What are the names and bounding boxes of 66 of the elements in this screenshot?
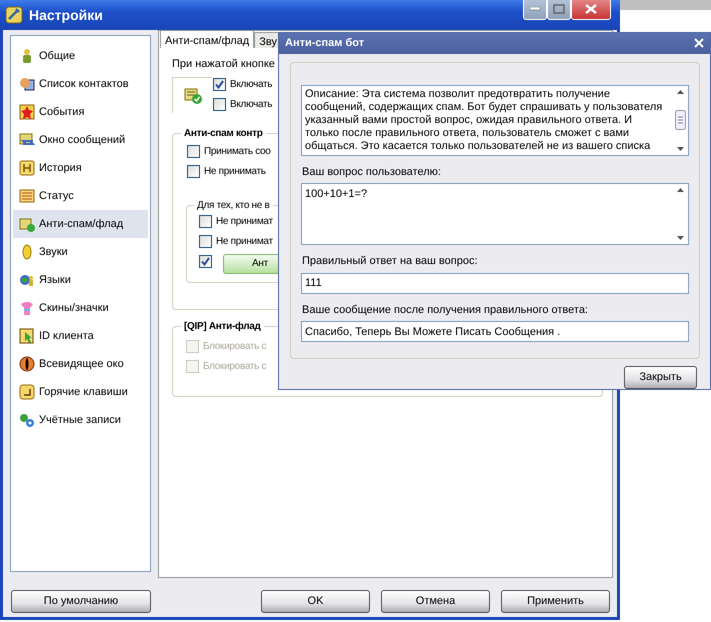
checkbox-label: Принимать соо — [204, 145, 271, 159]
dialog-button[interactable]: Применить — [501, 590, 610, 613]
shirt-icon — [19, 300, 35, 316]
checkbox[interactable] — [199, 235, 212, 248]
checkbox[interactable] — [187, 145, 200, 158]
field-label: Ваш вопрос пользователю: — [302, 164, 442, 180]
description-text: Описание: Эта система позволит предотвратить получение сообщений, содержащих спам. Бот будет спрашивать у пользователя указанный вами простой вопрос, ожидая правильного ответа. И только после правильного ответа, пользователь сможет с вами общаться. Это касается только пользователей не из вашего списка — [304, 86, 664, 154]
input-field[interactable]: 111 — [301, 272, 689, 294]
input-field[interactable]: Спасибо, Теперь Вы Можете Писать Сообщения . — [301, 321, 689, 342]
sidebar-item[interactable]: Горячие клавиши — [13, 378, 148, 406]
maximize-button[interactable] — [547, 0, 571, 20]
checkbox[interactable] — [187, 165, 200, 178]
section-label: При нажатой кнопке — [172, 57, 276, 72]
sidebar-item[interactable]: Учётные записи — [13, 406, 148, 434]
sidebar-item[interactable]: История — [13, 154, 148, 182]
checkbox[interactable] — [213, 98, 226, 111]
notepad-icon — [19, 188, 35, 204]
sidebar-item[interactable]: События — [13, 98, 148, 126]
group-title: Анти-спам контр — [183, 126, 264, 140]
close-dialog-button[interactable]: Закрыть — [624, 366, 697, 389]
star-icon — [19, 104, 35, 120]
cursor-card-icon — [19, 328, 35, 344]
sidebar-item[interactable]: Общие — [13, 42, 148, 70]
checkbox-label: Не принимат — [216, 235, 273, 249]
sidebar-item[interactable]: Звуки — [13, 238, 148, 266]
close-button[interactable] — [571, 0, 611, 20]
close-icon[interactable] — [694, 38, 704, 48]
checkbox-label: Блокировать с — [203, 340, 266, 354]
tab[interactable]: Анти-спам/флад — [160, 30, 254, 48]
scroll-up-icon[interactable] — [676, 90, 684, 94]
minimize-button[interactable] — [523, 0, 547, 20]
wrench-icon — [5, 6, 23, 24]
sidebar-item[interactable]: Всевидящее око — [13, 350, 148, 378]
group-title: [QIP] Анти-флад — [183, 320, 262, 332]
maximize-icon — [553, 4, 565, 14]
scroll-up-icon[interactable] — [676, 188, 684, 192]
checkbox-label: Не принимать — [204, 165, 266, 179]
sidebar-item[interactable]: Окно сообщений — [13, 126, 148, 154]
close-icon — [585, 4, 597, 14]
dialog-title: Анти-спам бот — [285, 36, 364, 52]
dialog-button[interactable]: Отмена — [381, 590, 490, 613]
checkbox[interactable] — [199, 215, 212, 228]
sidebar-item[interactable]: Анти-спам/флад — [13, 210, 148, 238]
sidebar-item[interactable]: Скины/значки — [13, 294, 148, 322]
checkbox-label: Блокировать с — [203, 360, 266, 374]
group-title: Для тех, кто не в — [196, 198, 271, 212]
dialog-button[interactable]: OK — [261, 590, 370, 613]
globe-icon — [19, 272, 35, 288]
sidebar-item[interactable]: Статус — [13, 182, 148, 210]
minimize-icon — [530, 7, 540, 11]
field-label: Правильный ответ на ваш вопрос: — [302, 254, 478, 270]
sidebar-item[interactable]: ID клиента — [13, 322, 148, 350]
sidebar-item[interactable]: Языки — [13, 266, 148, 294]
checkbox[interactable] — [199, 255, 212, 268]
scroll-down-icon[interactable] — [676, 236, 684, 240]
scroll-down-icon[interactable] — [676, 146, 684, 151]
checkbox-label: Включать — [230, 98, 272, 112]
checkbox[interactable] — [213, 78, 226, 91]
defaults-button[interactable]: По умолчанию — [11, 590, 151, 613]
sidebar-item[interactable]: Список контактов — [13, 70, 148, 98]
eye-icon — [19, 356, 35, 372]
checkbox-label: Включать — [230, 78, 272, 92]
scroll-thumb[interactable] — [674, 110, 686, 130]
window-title: Настройки — [29, 6, 103, 25]
checkbox-label: Не принимат — [216, 215, 273, 229]
field-label: Ваше сообщение после получения правильного ответа: — [302, 302, 589, 318]
